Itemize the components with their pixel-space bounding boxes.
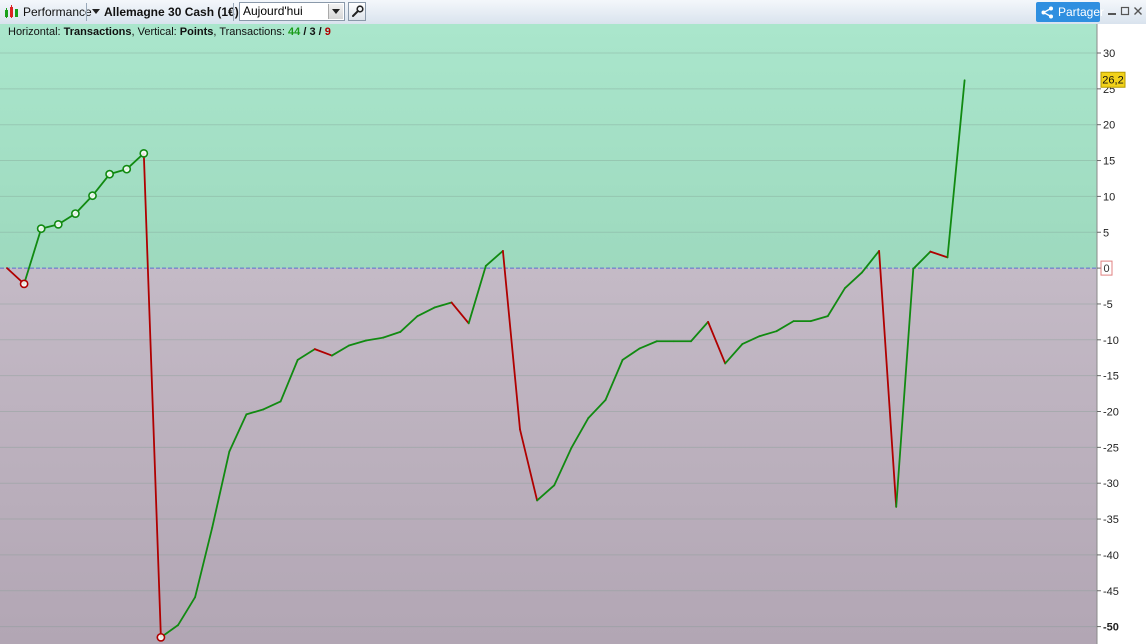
y-tick-label: 5 bbox=[1103, 227, 1109, 239]
settings-button[interactable] bbox=[348, 2, 366, 21]
performance-chart-icon bbox=[5, 5, 18, 18]
chevron-down-icon bbox=[332, 9, 340, 14]
vertical-prefix: , Vertical: bbox=[131, 26, 180, 38]
maximize-button[interactable] bbox=[1119, 2, 1131, 20]
winning-count: 44 bbox=[288, 26, 301, 38]
period-dropdown-button[interactable] bbox=[328, 4, 343, 19]
last-value-label: 26,2 bbox=[1102, 75, 1123, 87]
y-tick-label: 10 bbox=[1103, 191, 1115, 203]
toolbar-divider bbox=[86, 3, 87, 21]
y-tick-label: -40 bbox=[1103, 550, 1119, 562]
y-tick-label: -50 bbox=[1103, 622, 1119, 634]
zero-label: 0 bbox=[1103, 263, 1109, 275]
y-tick-label: 30 bbox=[1103, 48, 1115, 60]
close-button[interactable] bbox=[1132, 2, 1144, 20]
y-tick-label: 15 bbox=[1103, 156, 1115, 168]
chevron-down-icon[interactable] bbox=[92, 9, 100, 15]
close-icon bbox=[1134, 7, 1142, 15]
y-tick-label: -35 bbox=[1103, 514, 1119, 526]
maximize-icon bbox=[1120, 6, 1130, 16]
y-tick-label: -5 bbox=[1103, 299, 1113, 311]
count-separator: / bbox=[315, 26, 325, 38]
transactions-prefix: , Transactions: bbox=[213, 26, 289, 38]
trade-marker[interactable] bbox=[53, 219, 63, 229]
loss-zone bbox=[0, 268, 1097, 644]
horizontal-value: Transactions bbox=[63, 26, 132, 38]
trade-marker[interactable] bbox=[139, 148, 149, 158]
trade-marker[interactable] bbox=[122, 164, 132, 174]
last-value-badge: 26,2 bbox=[1100, 71, 1126, 88]
share-label: Partager bbox=[1058, 5, 1105, 19]
y-tick-label: -15 bbox=[1103, 371, 1119, 383]
gain-zone bbox=[0, 24, 1097, 269]
y-tick-label: -25 bbox=[1103, 442, 1119, 454]
toolbar: Performance Allemagne 30 Cash (1€) Aujou… bbox=[0, 0, 1146, 25]
trade-marker[interactable] bbox=[105, 169, 114, 179]
minimize-button[interactable] bbox=[1106, 2, 1118, 20]
trade-marker[interactable] bbox=[36, 224, 46, 234]
trade-marker[interactable] bbox=[19, 279, 29, 289]
y-tick-label: -10 bbox=[1103, 335, 1119, 347]
y-tick-label: -30 bbox=[1103, 478, 1119, 490]
share-icon bbox=[1041, 6, 1053, 19]
performance-label[interactable]: Performance bbox=[23, 0, 92, 24]
vertical-value: Points bbox=[179, 26, 214, 38]
performance-chart[interactable]: 30252015105-5-10-15-20-25-30-35-40-45-50… bbox=[0, 24, 1146, 644]
y-tick-label: -20 bbox=[1103, 407, 1119, 419]
instrument-selector[interactable]: Allemagne 30 Cash (1€) bbox=[104, 0, 239, 24]
y-tick-label: -45 bbox=[1103, 586, 1119, 598]
minimize-icon bbox=[1108, 13, 1116, 15]
trade-marker[interactable] bbox=[71, 209, 80, 219]
horizontal-prefix: Horizontal: bbox=[8, 26, 64, 38]
chart-header: Horizontal: Transactions, Vertical: Poin… bbox=[8, 26, 331, 38]
y-tick-label: 20 bbox=[1103, 120, 1115, 132]
zero-label-badge: 0 bbox=[1100, 260, 1113, 276]
toolbar-divider bbox=[233, 3, 234, 21]
trade-marker[interactable] bbox=[88, 191, 97, 201]
period-value: Aujourd'hui bbox=[243, 4, 303, 18]
losing-count: 9 bbox=[324, 26, 331, 38]
wrench-icon bbox=[352, 5, 364, 17]
share-button[interactable]: Partager bbox=[1036, 2, 1104, 22]
period-select[interactable]: Aujourd'hui bbox=[239, 2, 345, 21]
trade-marker[interactable] bbox=[156, 632, 166, 642]
